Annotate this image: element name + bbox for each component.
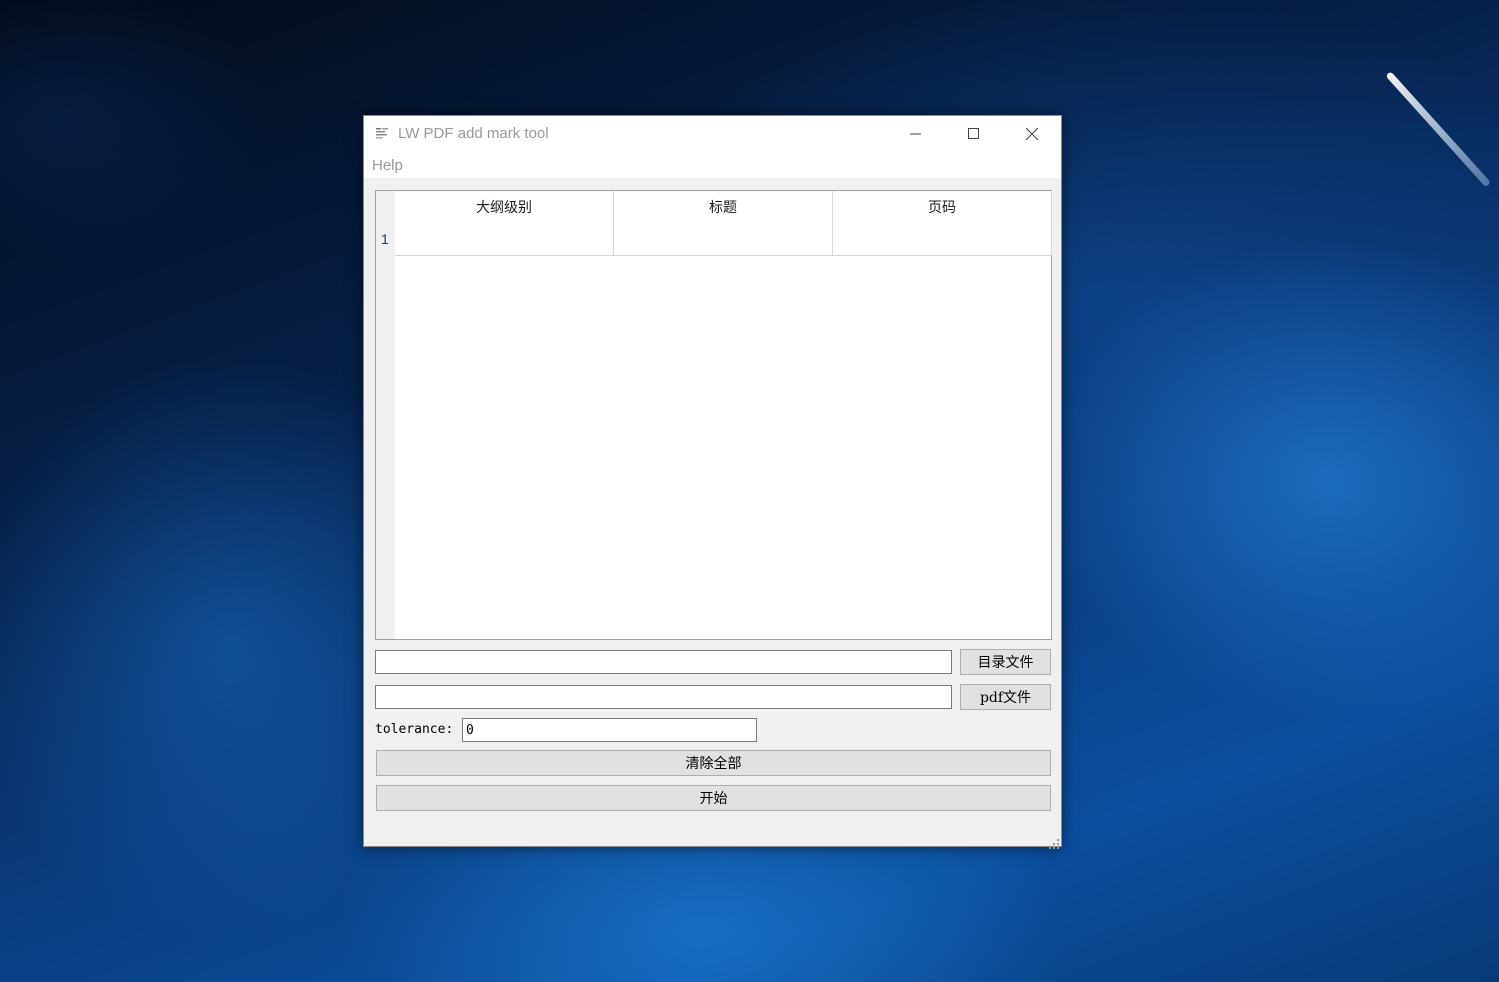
tolerance-input[interactable] — [462, 718, 757, 742]
toc-file-button[interactable]: 目录文件 — [960, 649, 1051, 675]
column-outline-level[interactable]: 大纲级别 — [395, 191, 614, 256]
desktop-light-streak — [1385, 71, 1491, 188]
row-number[interactable]: 1 — [381, 231, 389, 247]
column-header-outline-level: 大纲级别 — [476, 200, 532, 216]
clear-all-button[interactable]: 清除全部 — [376, 750, 1051, 776]
maximize-icon — [968, 125, 980, 144]
minimize-icon — [910, 125, 922, 144]
outline-table[interactable]: 1 大纲级别 标题 页码 — [375, 190, 1052, 640]
pdf-file-input[interactable] — [375, 685, 952, 709]
column-title[interactable]: 标题 — [614, 191, 833, 256]
pdf-file-button[interactable]: pdf文件 — [960, 684, 1051, 710]
document-icon — [375, 126, 389, 141]
column-header-title: 标题 — [709, 200, 737, 216]
start-button[interactable]: 开始 — [376, 785, 1051, 811]
minimize-button[interactable] — [887, 116, 945, 152]
close-icon — [1025, 125, 1039, 144]
resize-grip-icon[interactable] — [1049, 834, 1059, 849]
window-title: LW PDF add mark tool — [398, 125, 549, 142]
maximize-button[interactable] — [945, 116, 1003, 152]
title-bar[interactable]: LW PDF add mark tool — [364, 116, 1061, 152]
close-button[interactable] — [1003, 116, 1061, 152]
toc-file-input[interactable] — [375, 650, 952, 674]
app-window: LW PDF add mark tool Help 1 大纲级别 标题 页码 目… — [363, 115, 1062, 849]
row-header-column: 1 — [376, 191, 395, 639]
menu-bar: Help — [364, 152, 1061, 178]
column-header-page-number: 页码 — [928, 200, 956, 216]
menu-help[interactable]: Help — [372, 157, 403, 174]
tolerance-label: tolerance: — [375, 722, 454, 737]
column-page-number[interactable]: 页码 — [833, 191, 1052, 256]
